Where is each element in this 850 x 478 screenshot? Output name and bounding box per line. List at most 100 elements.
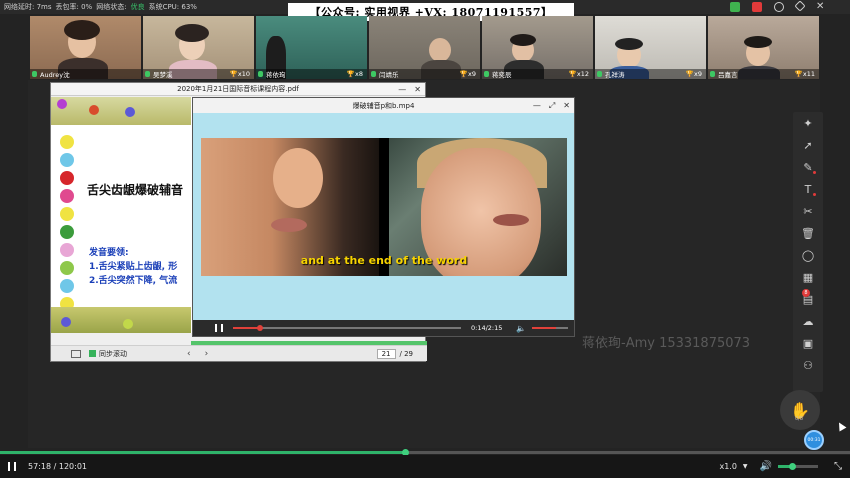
flower-icon — [57, 99, 67, 109]
mouse-cursor-icon — [835, 420, 847, 432]
timer-avatar[interactable]: 00:31 — [804, 430, 824, 450]
participant-tile[interactable]: 吴梦溪 🏆x10 — [143, 16, 254, 79]
net-state-value: 优良 — [130, 3, 145, 11]
next-page-button[interactable]: › — [205, 349, 223, 359]
grass-decoration-bottom — [51, 307, 191, 333]
flower-icon — [125, 107, 135, 117]
point-1: 1.舌尖紧贴上齿龈, 形 — [89, 262, 178, 272]
pause-icon[interactable] — [215, 324, 223, 332]
chart-tool-icon[interactable]: ▦ — [793, 266, 823, 288]
net-state-label: 网络状态: — [96, 3, 127, 11]
pause-icon[interactable] — [8, 462, 16, 471]
pdf-window-controls: — ✕ — [398, 83, 421, 96]
close-icon[interactable]: ✕ — [414, 85, 421, 94]
page-number-input[interactable]: 21 — [376, 348, 396, 359]
video-window-controls: — ⤢ ✕ — [533, 98, 570, 113]
volume-slider[interactable] — [778, 463, 818, 470]
page-total: / 29 — [399, 349, 414, 358]
pdf-title: 2020年1月21日国际音标课程内容.pdf — [177, 85, 299, 93]
message-icon[interactable]: ▤ 8 — [793, 288, 823, 310]
laser-pointer-icon[interactable]: ✦ — [793, 112, 823, 134]
video-progress-bar[interactable] — [233, 325, 461, 331]
delete-icon[interactable]: 🗑 — [793, 222, 823, 244]
mic-icon — [32, 71, 37, 77]
prev-page-button[interactable]: ‹ — [187, 349, 205, 359]
slide-heading: 舌尖齿龈爆破辅音 — [87, 183, 184, 197]
participant-tile[interactable]: Audrey沈 — [30, 16, 141, 79]
playback-progress-bar[interactable] — [0, 449, 850, 456]
mic-icon — [484, 71, 489, 77]
participant-caption: Audrey沈 — [30, 69, 141, 79]
cpu-text: 系统CPU: 63% — [148, 3, 197, 11]
pin-icon[interactable] — [794, 0, 806, 12]
participant-tile[interactable]: 吕嘉言 🏆x11 — [708, 16, 819, 79]
whiteboard-toolbar: ✦ ➚ ✎ T ✂ 🗑 ◯ ▦ ▤ 8 ☁ ▣ ⚇ — [793, 112, 823, 392]
points-title: 发音要领: — [89, 248, 129, 258]
participant-face — [429, 38, 451, 62]
flower-icon — [61, 317, 71, 327]
select-tool-icon[interactable]: ➚ — [793, 134, 823, 156]
mic-icon — [371, 71, 376, 77]
participant-tile[interactable]: 蒋依珣 🏆x8 — [256, 16, 367, 79]
participant-hair — [744, 36, 772, 48]
trophy-icon: 🏆x12 — [568, 70, 589, 78]
loss-text: 丢包率: 0% — [55, 3, 93, 11]
thumbnail-icon[interactable] — [71, 350, 81, 358]
volume-icon[interactable]: 🔊 — [760, 461, 772, 472]
close-icon[interactable]: ✕ — [563, 101, 570, 110]
pdf-title-bar[interactable]: 2020年1月21日国际音标课程内容.pdf — ✕ — [51, 83, 425, 96]
video-subtitle: and at the end of the word — [300, 254, 468, 267]
nose-shape — [273, 148, 323, 208]
video-progress-fill — [233, 327, 261, 329]
window-top-icons: ✕ — [730, 0, 826, 12]
record-icon[interactable] — [752, 2, 762, 12]
video-title-bar[interactable]: 爆破辅音p和b.mp4 — ⤢ ✕ — [193, 98, 574, 113]
minimize-icon[interactable]: — — [533, 101, 541, 110]
participant-tile[interactable]: 孔祥涛 🏆x9 — [595, 16, 706, 79]
sync-scroll-label: 同步滚动 — [99, 349, 127, 358]
grass-decoration-top — [51, 97, 191, 125]
screen-share-icon[interactable] — [730, 2, 740, 12]
video-progress-handle[interactable] — [257, 325, 264, 331]
volume-icon[interactable]: 🔈 — [516, 324, 526, 333]
video-controls: 0:14/2:15 🔈 — [193, 320, 574, 336]
video-frame[interactable]: and at the end of the word — [201, 138, 567, 276]
users-icon[interactable]: ⚇ — [793, 354, 823, 376]
settings-icon[interactable] — [774, 2, 784, 12]
scissors-icon[interactable]: ✂ — [793, 200, 823, 222]
trophy-icon: 🏆x9 — [685, 70, 702, 78]
trophy-icon: 🏆x8 — [346, 70, 363, 78]
point-2: 2.舌尖突然下降, 气流 — [89, 276, 178, 286]
mic-icon — [258, 71, 263, 77]
classroom-app: 网络延时: 7ms 丢包率: 0% 网络状态: 优良 系统CPU: 63% 【公… — [0, 0, 850, 478]
participant-hair — [64, 20, 100, 40]
player-controls: 57:18 / 120:01 x1.0 ▼ 🔊 ⤡ — [0, 455, 850, 478]
center-watermark: 蒋依珣-Amy 15331875073 — [582, 336, 751, 351]
text-tool-icon[interactable]: T — [793, 178, 823, 200]
chevron-down-icon[interactable]: ▼ — [743, 463, 748, 470]
cloud-icon[interactable]: ☁ — [793, 310, 823, 332]
ladybug-icon — [89, 105, 99, 115]
shape-tool-icon[interactable]: ◯ — [793, 244, 823, 266]
video-volume-slider[interactable] — [532, 327, 569, 329]
raise-hand-count: 0/8 — [795, 416, 804, 422]
participant-strip: Audrey沈 吴梦溪 🏆x10 蒋依珣 🏆x8 闫靖乐 🏆x9 蒋奕辰 🏆x1… — [30, 16, 820, 79]
trophy-icon: 🏆x9 — [459, 70, 476, 78]
fullscreen-icon[interactable]: ⤡ — [834, 461, 842, 472]
pen-tool-icon[interactable]: ✎ — [793, 156, 823, 178]
video-window[interactable]: 爆破辅音p和b.mp4 — ⤢ ✕ and at the end of the … — [192, 97, 575, 337]
courseware-icon[interactable]: ▣ — [793, 332, 823, 354]
close-icon[interactable]: ✕ — [816, 2, 826, 12]
playback-speed[interactable]: x1.0 — [719, 462, 736, 471]
trophy-icon: 🏆x10 — [229, 70, 250, 78]
sync-scroll-checkbox[interactable] — [89, 350, 96, 357]
minimize-icon[interactable]: — — [398, 85, 406, 94]
participant-tile[interactable]: 闫靖乐 🏆x9 — [369, 16, 480, 79]
raise-hand-button[interactable]: ✋ — [780, 390, 820, 430]
mic-icon — [710, 71, 715, 77]
volume-handle[interactable] — [788, 463, 796, 470]
playback-progress-fill — [0, 451, 406, 454]
participant-tile[interactable]: 蒋奕辰 🏆x12 — [482, 16, 593, 79]
participant-hair — [510, 34, 536, 46]
expand-icon[interactable]: ⤢ — [549, 101, 555, 111]
